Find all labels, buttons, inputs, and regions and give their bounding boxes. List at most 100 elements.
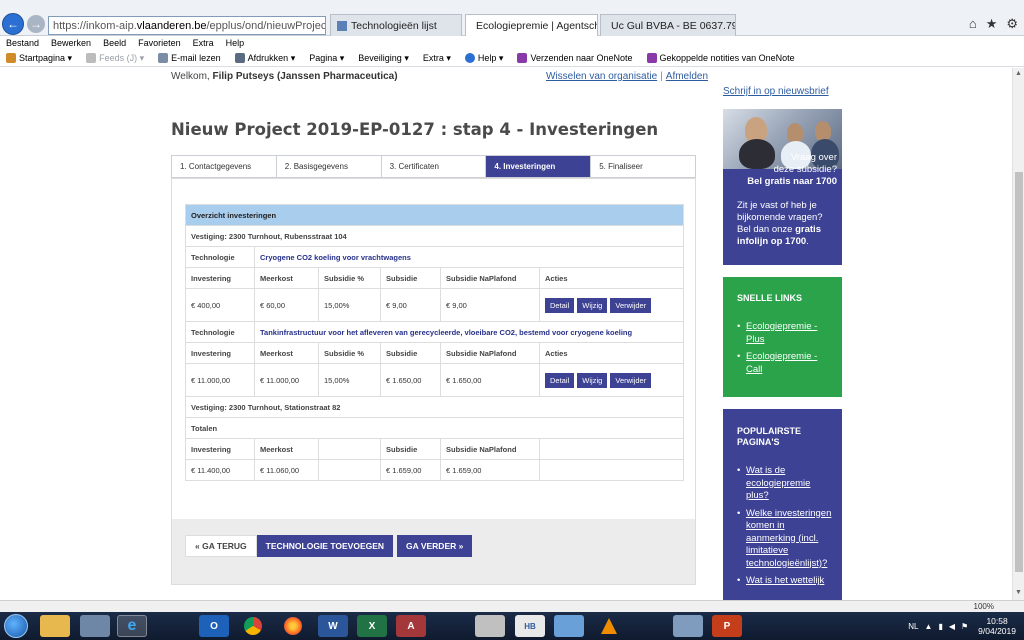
cmd-feeds[interactable]: Feeds (J) ▾ xyxy=(86,53,144,64)
tray-arrow-icon[interactable]: ▲ xyxy=(925,622,933,631)
popular-link[interactable]: Wat is het wettelijk xyxy=(746,575,824,586)
gear-icon[interactable]: ⚙ xyxy=(1006,16,1018,32)
word-icon[interactable]: W xyxy=(318,615,348,637)
cmd-startpagina[interactable]: Startpagina ▾ xyxy=(6,53,72,64)
column-header: Meerkost xyxy=(254,438,319,460)
back-button[interactable]: ← xyxy=(2,13,24,35)
quick-link[interactable]: Ecologiepremie - Call xyxy=(746,351,817,375)
detail-button[interactable]: Detail xyxy=(545,372,575,388)
cmd-label: Verzenden naar OneNote xyxy=(530,53,633,63)
address-bar[interactable]: https://inkom-aip. vlaanderen.be/epplus/o… xyxy=(48,16,326,35)
step-finaliseer[interactable]: 5. Finaliseer xyxy=(591,156,695,177)
edit-button[interactable]: Wijzig xyxy=(577,372,608,388)
promo-text-end: . xyxy=(806,236,809,247)
tab-technologieen[interactable]: Technologieën lijst xyxy=(330,14,462,36)
cmd-beveiliging[interactable]: Beveiliging ▾ xyxy=(358,53,409,64)
tab-uc-gul[interactable]: Uc Gul BVBA - BE 0637.795.982 ... xyxy=(600,14,736,36)
list-item[interactable]: Welke investeringen komen in aanmerking … xyxy=(737,508,835,571)
column-header: Subsidie % xyxy=(318,342,381,364)
step-basisgegevens[interactable]: 2. Basisgegevens xyxy=(277,156,382,177)
newsletter-link[interactable]: Schrijf in op nieuwsbrief xyxy=(723,86,829,97)
cmd-extra[interactable]: Extra ▾ xyxy=(423,53,451,64)
menu-item-bestand[interactable]: Bestand xyxy=(6,38,39,48)
flag-icon[interactable]: ⚑ xyxy=(961,622,968,631)
vlc-icon[interactable] xyxy=(594,615,624,637)
column-header xyxy=(538,438,685,460)
promo-box: Vraag over deze subsidie? Bel gratis naa… xyxy=(723,109,842,265)
zoom-level[interactable]: 100% xyxy=(974,602,994,611)
popular-link[interactable]: Welke investeringen komen in aanmerking … xyxy=(746,508,831,569)
column-header: Subsidie NaPlafond xyxy=(440,438,540,460)
step-investeringen[interactable]: 4. Investeringen xyxy=(486,156,592,177)
cmd-onenote-linked[interactable]: Gekoppelde notities van OneNote xyxy=(646,53,795,63)
firefox-icon[interactable] xyxy=(278,615,308,637)
cmd-pagina[interactable]: Pagina ▾ xyxy=(309,53,344,64)
chrome-icon[interactable] xyxy=(238,615,268,637)
list-item[interactable]: Wat is de ecologiepremie plus? xyxy=(737,465,835,503)
quick-link[interactable]: Ecologiepremie - Plus xyxy=(746,321,817,345)
switch-organisation-link[interactable]: Wisselen van organisatie xyxy=(546,71,657,82)
network-icon[interactable]: ▮ xyxy=(938,622,942,631)
explorer-icon[interactable] xyxy=(40,615,70,637)
excel-icon[interactable]: X xyxy=(357,615,387,637)
app2-icon[interactable] xyxy=(554,615,584,637)
step-certificaten[interactable]: 3. Certificaten xyxy=(382,156,487,177)
back-button-page[interactable]: « GA TERUG xyxy=(185,535,257,557)
start-button[interactable] xyxy=(4,614,28,638)
menu-item-help[interactable]: Help xyxy=(226,38,245,48)
menu-item-extra[interactable]: Extra xyxy=(193,38,214,48)
clipboard-icon[interactable] xyxy=(80,615,110,637)
app3-icon[interactable] xyxy=(673,615,703,637)
ie-icon[interactable]: e xyxy=(117,615,147,637)
column-header: Subsidie xyxy=(380,267,441,289)
next-button[interactable]: GA VERDER » xyxy=(397,535,473,557)
edit-button[interactable]: Wijzig xyxy=(577,297,608,313)
add-technology-button[interactable]: TECHNOLOGIE TOEVOEGEN xyxy=(256,535,394,557)
list-item[interactable]: Ecologiepremie - Plus xyxy=(737,321,835,346)
tab-ecologiepremie[interactable]: Ecologiepremie | Agentscha... ✕ xyxy=(465,14,598,37)
menu-item-bewerken[interactable]: Bewerken xyxy=(51,38,91,48)
home-icon[interactable]: ⌂ xyxy=(969,16,977,32)
arrow-right-icon: → xyxy=(30,17,42,31)
person-face xyxy=(787,123,803,143)
table-row: Investering Meerkost Subsidie % Subsidie… xyxy=(185,267,685,289)
scroll-thumb[interactable] xyxy=(1015,172,1023,572)
cell-subsidie-pct: 15,00% xyxy=(318,363,381,397)
delete-button[interactable]: Verwijder xyxy=(610,372,652,388)
system-tray: NL ▲ ▮ ◀ ⚑ 10:58 9/04/2019 xyxy=(908,612,1024,640)
home-icon xyxy=(6,53,16,63)
scroll-down-icon[interactable]: ▼ xyxy=(1015,589,1022,596)
cmd-afdrukken[interactable]: Afdrukken ▾ xyxy=(234,53,295,64)
popular-link[interactable]: Wat is de ecologiepremie plus? xyxy=(746,465,810,501)
menu-item-favorieten[interactable]: Favorieten xyxy=(138,38,181,48)
detail-button[interactable]: Detail xyxy=(545,297,575,313)
command-bar: Startpagina ▾ Feeds (J) ▾ E-mail lezen A… xyxy=(0,50,1024,67)
vertical-scrollbar[interactable]: ▲ ▼ xyxy=(1012,68,1024,600)
access-icon[interactable]: A xyxy=(396,615,426,637)
list-item[interactable]: Wat is het wettelijk xyxy=(737,575,835,588)
star-icon[interactable]: ★ xyxy=(986,16,998,32)
table-row: Technologie Cryogene CO2 koeling voor vr… xyxy=(185,246,685,268)
popular-pages-box: POPULAIRSTE PAGINA'S Wat is de ecologiep… xyxy=(723,409,842,600)
forward-button[interactable]: → xyxy=(27,15,45,33)
powerpoint-icon[interactable]: P xyxy=(712,615,742,637)
list-item[interactable]: Ecologiepremie - Call xyxy=(737,351,835,376)
clock[interactable]: 10:58 9/04/2019 xyxy=(978,616,1016,636)
logout-link[interactable]: Afmelden xyxy=(666,71,708,82)
app-icon[interactable] xyxy=(475,615,505,637)
outlook-icon[interactable]: O xyxy=(199,615,229,637)
cmd-onenote-send[interactable]: Verzenden naar OneNote xyxy=(517,53,633,63)
scroll-up-icon[interactable]: ▲ xyxy=(1015,70,1022,77)
delete-button[interactable]: Verwijder xyxy=(610,297,652,313)
cmd-label: Extra xyxy=(422,53,444,63)
tab-favicon xyxy=(337,20,347,31)
cell-empty xyxy=(318,459,381,481)
printer-icon xyxy=(234,53,245,63)
cmd-help[interactable]: Help ▾ xyxy=(464,53,503,64)
menu-item-beeld[interactable]: Beeld xyxy=(103,38,126,48)
cmd-email[interactable]: E-mail lezen xyxy=(158,53,221,63)
step-contactgegevens[interactable]: 1. Contactgegevens xyxy=(172,156,277,177)
language-indicator[interactable]: NL xyxy=(908,622,918,631)
hbo-icon[interactable]: HB xyxy=(515,615,545,637)
volume-icon[interactable]: ◀ xyxy=(949,622,955,631)
